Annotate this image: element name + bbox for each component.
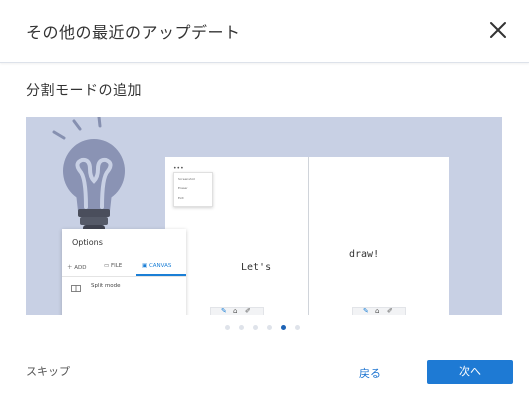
marker-icon: ✐ (245, 307, 251, 315)
pagination-dot[interactable] (253, 325, 258, 330)
marker-icon: ✐ (387, 307, 393, 315)
dialog-title: その他の最近のアップデート (26, 23, 241, 42)
mini-menu-item: Eraser (178, 186, 188, 190)
mini-menu-item: Screenshot (178, 177, 195, 181)
pagination-dot[interactable] (267, 325, 272, 330)
mini-menu-item: Exit (178, 196, 184, 200)
left-page-text: Let's (241, 262, 272, 273)
dialog-header: その他の最近のアップデート (0, 0, 529, 63)
eraser-icon: ⌂ (375, 307, 380, 315)
plus-icon: ＋ (67, 265, 73, 271)
tab-add: ＋ ADD (67, 263, 87, 271)
pagination-dot[interactable] (225, 325, 230, 330)
close-icon (490, 22, 506, 38)
pagination-dot-active[interactable] (281, 325, 286, 330)
mini-menu: Screenshot Eraser Exit (173, 172, 213, 207)
tab-canvas: ▣ CANVAS (142, 263, 171, 269)
split-view-icon (71, 285, 81, 292)
divider (62, 276, 186, 277)
right-canvas-page: draw! (309, 157, 449, 315)
file-icon: ▭ (104, 263, 110, 269)
more-icon: ••• (173, 165, 184, 172)
pen-icon: ✎ (221, 307, 227, 315)
eraser-icon: ⌂ (233, 307, 238, 315)
options-panel: Options ＋ ADD ▭ FILE ▣ CANVAS Split mode (62, 229, 186, 315)
close-button[interactable] (486, 18, 510, 42)
right-page-text: draw! (349, 249, 380, 260)
tab-file-label: FILE (110, 263, 123, 269)
pagination-dot[interactable] (239, 325, 244, 330)
pen-icon: ✎ (363, 307, 369, 315)
next-button[interactable]: 次へ (427, 360, 513, 384)
lightbulb-icon (52, 117, 125, 232)
feature-title: 分割モードの追加 (26, 83, 142, 99)
skip-button[interactable]: スキップ (26, 363, 70, 379)
split-mode-option: Split mode (91, 283, 121, 289)
mini-toolbar: ✎ ⌂ ✐ (210, 307, 264, 315)
mini-toolbar: ✎ ⌂ ✐ (352, 307, 406, 315)
tab-file: ▭ FILE (104, 263, 122, 269)
back-button[interactable]: 戻る (359, 365, 381, 381)
pagination-dot[interactable] (295, 325, 300, 330)
feature-preview-image: Let's draw! ••• Screenshot Eraser Exit O… (26, 117, 502, 315)
tab-canvas-label: CANVAS (148, 263, 172, 269)
canvas-icon: ▣ (142, 263, 148, 269)
options-title: Options (72, 238, 103, 247)
tab-add-label: ADD (74, 265, 87, 271)
